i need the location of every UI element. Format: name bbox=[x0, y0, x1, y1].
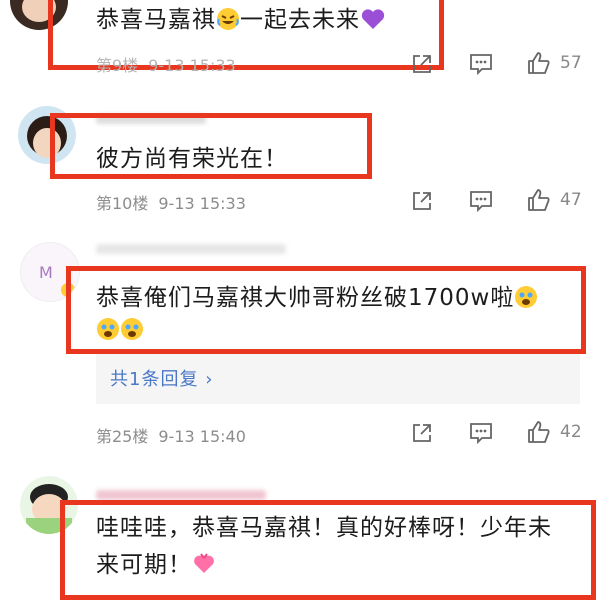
like-button[interactable]: 42 bbox=[526, 419, 582, 445]
username-blurred bbox=[96, 490, 266, 500]
starstruck-emoji-icon bbox=[96, 317, 120, 350]
chevron-right-icon: › bbox=[205, 369, 214, 390]
starstruck-emoji-icon bbox=[120, 317, 144, 350]
share-button[interactable] bbox=[410, 189, 434, 213]
like-count: 57 bbox=[560, 53, 582, 73]
comment-button[interactable] bbox=[468, 189, 494, 213]
share-button[interactable] bbox=[410, 52, 434, 76]
like-button[interactable]: 47 bbox=[526, 187, 582, 213]
comment-text: 恭喜马嘉祺 一起去未来 bbox=[96, 4, 386, 40]
share-button[interactable] bbox=[410, 421, 434, 445]
thumbs-up-icon bbox=[528, 189, 550, 211]
replies-count-label: 共1条回复 bbox=[110, 369, 199, 390]
username-blurred bbox=[96, 244, 286, 254]
comment-text-line2: 来可期！ bbox=[96, 549, 216, 585]
comment-emoji-line bbox=[96, 314, 144, 350]
replies-link[interactable]: 共1条回复 › bbox=[96, 354, 580, 404]
comment-button[interactable] bbox=[468, 421, 494, 445]
comment-text: 恭喜俺们马嘉祺大帅哥粉丝破1700w啦 bbox=[96, 282, 538, 318]
share-icon bbox=[413, 55, 431, 73]
like-button[interactable]: 57 bbox=[526, 50, 582, 76]
comment-meta: 第25楼 9-13 15:40 bbox=[96, 427, 246, 446]
like-count: 42 bbox=[560, 422, 582, 442]
comment-meta: 第10楼 9-13 15:33 bbox=[96, 194, 246, 213]
thumbs-up-icon bbox=[528, 421, 550, 443]
comment-icon bbox=[470, 423, 492, 445]
purple-heart-icon bbox=[360, 7, 386, 40]
comment-text: 哇哇哇，恭喜马嘉祺！真的好棒呀！少年未 bbox=[96, 515, 552, 541]
starstruck-emoji-icon bbox=[514, 285, 538, 318]
comment-meta: 第9楼 9-13 15:33 bbox=[96, 56, 236, 75]
share-icon bbox=[413, 192, 431, 210]
heart-with-ribbon-icon bbox=[192, 552, 216, 585]
like-count: 47 bbox=[560, 190, 582, 210]
tears-of-joy-emoji-icon bbox=[216, 7, 240, 40]
comment-icon bbox=[470, 54, 492, 76]
share-icon bbox=[413, 424, 431, 442]
thumbs-up-icon bbox=[528, 52, 550, 74]
comment-button[interactable] bbox=[468, 52, 494, 76]
comment-icon bbox=[470, 191, 492, 213]
comment-text: 彼方尚有荣光在！ bbox=[96, 146, 288, 172]
